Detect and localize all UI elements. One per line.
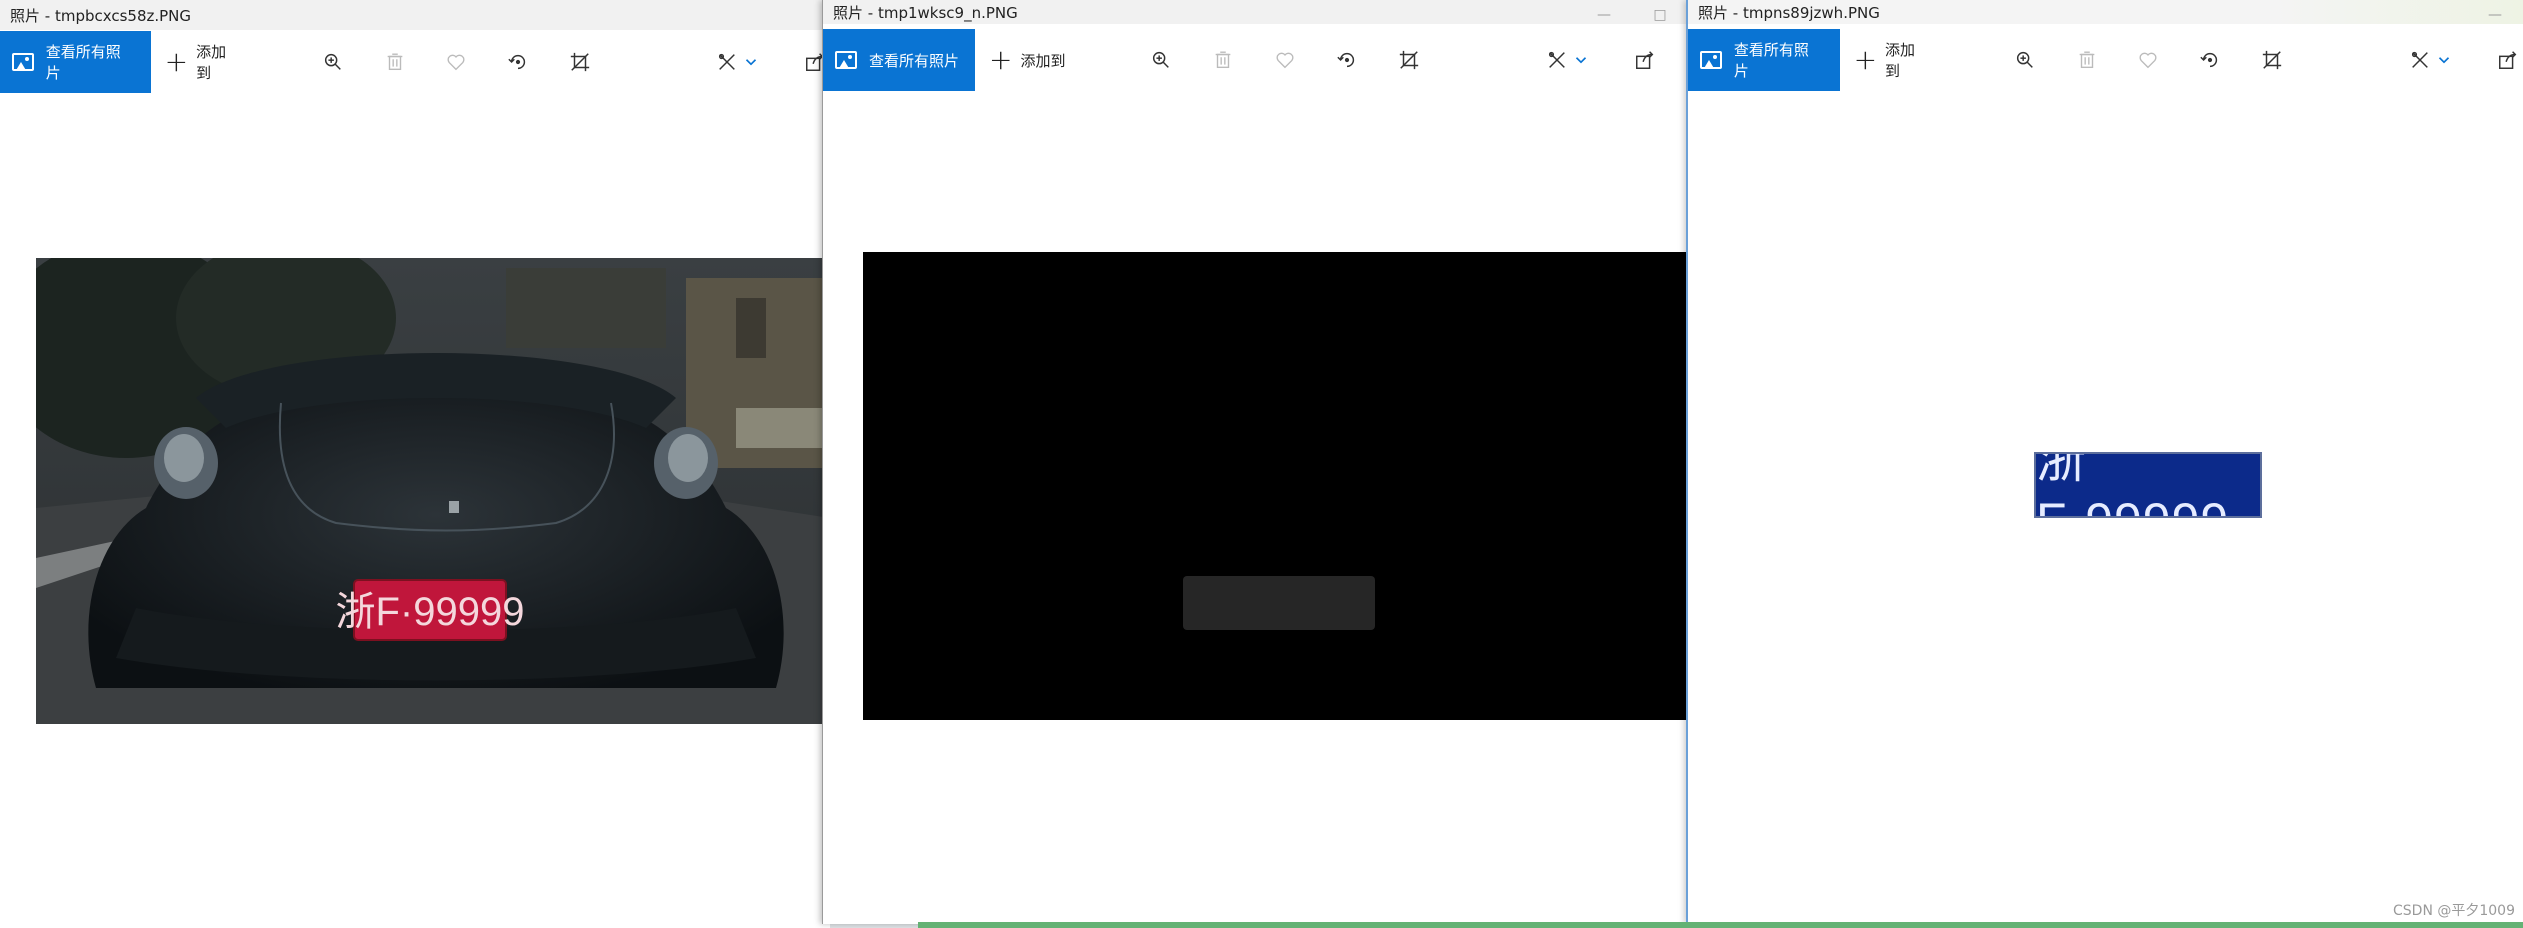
favorite-icon[interactable] [2134,45,2164,75]
toolbar: 查看所有照片 + 添加到 [823,29,1688,91]
chevron-down-icon[interactable] [1572,45,1590,75]
rotate-icon[interactable] [1332,45,1362,75]
photo-icon [12,53,34,71]
window-title: 照片 - tmpns89jzwh.PNG [1698,3,1880,22]
add-to-label: 添加到 [1020,51,1066,70]
rotate-icon[interactable] [2195,45,2225,75]
mask-image [863,252,1688,720]
view-all-photos-button[interactable]: 查看所有照片 [1688,29,1840,91]
photos-window-3[interactable]: 照片 - tmpns89jzwh.PNG — 查看所有照片 + 添加到 浙 CS… [1686,0,2523,924]
rotate-icon[interactable] [503,47,533,77]
share-icon[interactable] [2493,45,2523,75]
add-to-button[interactable]: + 添加到 [165,41,241,83]
add-to-label: 添加到 [196,43,227,82]
crop-icon[interactable] [1394,45,1424,75]
crop-icon[interactable] [2257,45,2287,75]
zoom-in-icon[interactable] [2010,45,2040,75]
plate-crop: 浙F·99999 [2034,452,2262,518]
edit-icon[interactable] [1542,45,1572,75]
zoom-in-icon[interactable] [318,47,348,77]
favorite-icon[interactable] [442,47,472,77]
chevron-down-icon[interactable] [742,47,760,77]
car-photo: 浙F·99999 [36,258,830,724]
view-all-photos-button[interactable]: 查看所有照片 [823,29,976,91]
edit-icon[interactable] [713,47,743,77]
delete-icon[interactable] [380,47,410,77]
add-to-button[interactable]: + 添加到 [989,46,1065,74]
plus-icon: + [989,43,1013,76]
photo-icon [835,51,857,69]
crop-icon[interactable] [565,47,595,77]
maximize-icon[interactable]: □ [1632,0,1688,30]
csdn-watermark: CSDN @平夕1009 [2393,903,2515,919]
window-title: 照片 - tmpbcxcs58z.PNG [10,6,192,25]
title-bar[interactable]: 照片 - tmpns89jzwh.PNG — [1688,0,2523,24]
photo-icon [1700,51,1722,69]
toolbar: 查看所有照片 + 添加到 [1688,29,2523,91]
minimize-icon[interactable]: — [2467,0,2523,30]
zoom-in-icon[interactable] [1146,45,1176,75]
toolbar: 查看所有照片 + 添加到 [0,31,830,93]
red-plate-text: 浙F·99999 [336,590,525,634]
title-bar[interactable]: 照片 - tmp1wksc9_n.PNG — □ [823,0,1688,24]
title-bar[interactable]: 照片 - tmpbcxcs58z.PNG [0,0,830,30]
view-all-photos-button[interactable]: 查看所有照片 [0,31,151,93]
delete-icon[interactable] [1208,45,1238,75]
taskbar-strip [918,922,2523,928]
plate-mask-region [1183,576,1375,630]
plus-icon: + [1853,43,1878,76]
share-icon[interactable] [1630,45,1660,75]
view-all-label: 查看所有照片 [1733,41,1809,80]
window-title: 照片 - tmp1wksc9_n.PNG [833,3,1018,22]
add-to-label: 添加到 [1885,41,1916,80]
minimize-icon[interactable]: — [1576,0,1632,30]
favorite-icon[interactable] [1270,45,1300,75]
view-all-label: 查看所有照片 [869,51,960,70]
photos-window-2[interactable]: 照片 - tmp1wksc9_n.PNG — □ 查看所有照片 + 添加到 [822,0,1688,924]
edit-icon[interactable] [2405,45,2435,75]
add-to-button[interactable]: + 添加到 [1854,39,1930,81]
delete-icon[interactable] [2072,45,2102,75]
blue-plate-text: 浙F·99999 [2036,452,2228,516]
plus-icon: + [164,45,189,78]
chevron-down-icon[interactable] [2435,45,2453,75]
photos-window-1[interactable]: 照片 - tmpbcxcs58z.PNG 查看所有照片 + 添加到 浙F·999… [0,0,830,928]
view-all-label: 查看所有照片 [45,43,121,82]
